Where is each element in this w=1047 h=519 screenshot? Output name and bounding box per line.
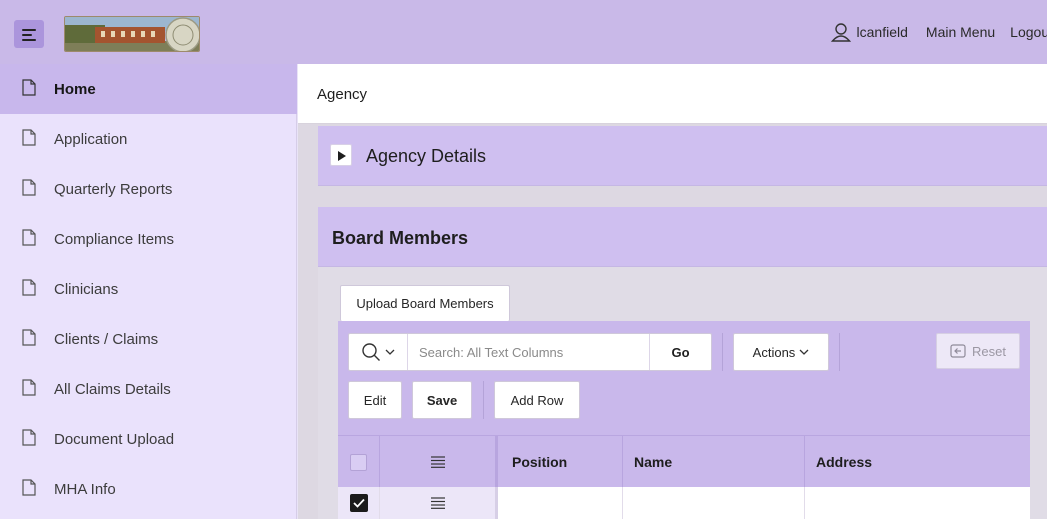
hamburger-menu-button[interactable]: [14, 20, 44, 48]
actions-label: Actions: [752, 344, 796, 360]
sidebar-item-document-upload[interactable]: Document Upload: [0, 414, 297, 464]
document-icon: [22, 229, 36, 246]
user-icon: [830, 23, 851, 42]
save-button[interactable]: Save: [412, 381, 472, 419]
document-icon: [22, 279, 36, 296]
add-row-button[interactable]: Add Row: [494, 381, 580, 419]
row-select-cell: [338, 487, 380, 519]
sidebar-item-label: Compliance Items: [54, 230, 175, 248]
top-header: lcanfield Main Menu Logout: [0, 0, 1047, 64]
upload-board-members-button[interactable]: Upload Board Members: [340, 285, 510, 321]
name-cell[interactable]: [623, 487, 805, 519]
address-cell[interactable]: [805, 487, 1030, 519]
logout-link[interactable]: Logout: [1010, 24, 1047, 40]
chevron-down-icon: [385, 349, 395, 355]
row-actions-header: [380, 436, 498, 488]
row-menu-icon: [430, 497, 445, 509]
user-menu[interactable]: lcanfield: [830, 22, 908, 42]
region-title: Agency Details: [366, 146, 487, 166]
agency-details-region[interactable]: Agency Details: [318, 126, 1047, 186]
reset-icon: [950, 344, 966, 358]
checkmark-icon: [352, 498, 365, 508]
table-row[interactable]: [338, 487, 1030, 519]
sidebar-item-label: Document Upload: [54, 430, 175, 448]
interactive-grid-toolbar: Go Actions Reset Edit Save Add Row: [338, 321, 1030, 435]
edit-button[interactable]: Edit: [348, 381, 402, 419]
sidebar-item-label: Clinicians: [54, 280, 119, 298]
select-all-checkbox[interactable]: [350, 453, 367, 471]
page-title: Agency: [317, 86, 368, 103]
sidebar-item-label: Quarterly Reports: [54, 180, 173, 198]
actions-menu-button[interactable]: Actions: [733, 333, 829, 371]
username-label: lcanfield: [856, 24, 908, 40]
column-header-position[interactable]: Position: [501, 436, 623, 488]
board-members-region-header: Board Members: [318, 207, 1047, 267]
toolbar-separator: [839, 333, 840, 371]
sidebar-nav: Home Application Quarterly Reports Compl…: [0, 64, 297, 519]
document-icon: [22, 379, 36, 396]
sidebar-item-label: Application: [54, 130, 128, 148]
sidebar-item-mha-info[interactable]: MHA Info: [0, 464, 297, 514]
sidebar-item-label: Clients / Claims: [54, 330, 159, 348]
go-button[interactable]: Go: [649, 334, 711, 370]
document-icon: [22, 479, 36, 496]
region-title: Board Members: [332, 228, 469, 248]
sidebar-item-clinicians[interactable]: Clinicians: [0, 264, 297, 314]
sidebar-item-label: Home: [54, 80, 96, 98]
sidebar-item-application[interactable]: Application: [0, 114, 297, 164]
sidebar-item-quarterly-reports[interactable]: Quarterly Reports: [0, 164, 297, 214]
search-input[interactable]: [409, 334, 649, 370]
reset-label: Reset: [972, 343, 1006, 359]
toolbar-separator: [722, 333, 723, 371]
grid-header-row: Position Name Address: [338, 435, 1030, 488]
search-bar: Go: [348, 333, 712, 371]
sidebar-item-compliance-items[interactable]: Compliance Items: [0, 214, 297, 264]
agency-logo[interactable]: [64, 16, 200, 52]
reset-button[interactable]: Reset: [936, 333, 1020, 369]
document-icon: [22, 429, 36, 446]
row-menu-icon: [430, 456, 445, 468]
caret-right-icon: [338, 151, 346, 161]
sidebar-item-label: MHA Info: [54, 480, 116, 498]
toolbar-separator: [483, 381, 484, 419]
row-actions-cell[interactable]: [380, 487, 498, 519]
document-icon: [22, 179, 36, 196]
sidebar-item-label: All Claims Details: [54, 380, 171, 398]
chevron-down-icon: [799, 349, 809, 355]
document-icon: [22, 329, 36, 346]
column-header-name[interactable]: Name: [623, 436, 805, 488]
sidebar-item-all-claims-details[interactable]: All Claims Details: [0, 364, 297, 414]
document-icon: [22, 129, 36, 146]
main-menu-link[interactable]: Main Menu: [926, 24, 995, 40]
search-icon: [362, 343, 380, 361]
position-cell[interactable]: [501, 487, 623, 519]
search-columns-button[interactable]: [349, 334, 408, 370]
main-content: Agency Agency Details Board Members Uplo…: [298, 64, 1047, 519]
column-header-address[interactable]: Address: [805, 436, 1030, 488]
page-titlebar: Agency: [298, 64, 1047, 124]
sidebar-item-home[interactable]: Home: [0, 64, 297, 114]
expand-toggle-button[interactable]: [330, 144, 352, 166]
select-all-cell: [338, 436, 380, 488]
row-checkbox-checked[interactable]: [349, 494, 368, 512]
document-icon: [22, 79, 36, 96]
board-members-region-body: Upload Board Members Go Actions: [318, 267, 1047, 519]
sidebar-item-clients-claims[interactable]: Clients / Claims: [0, 314, 297, 364]
